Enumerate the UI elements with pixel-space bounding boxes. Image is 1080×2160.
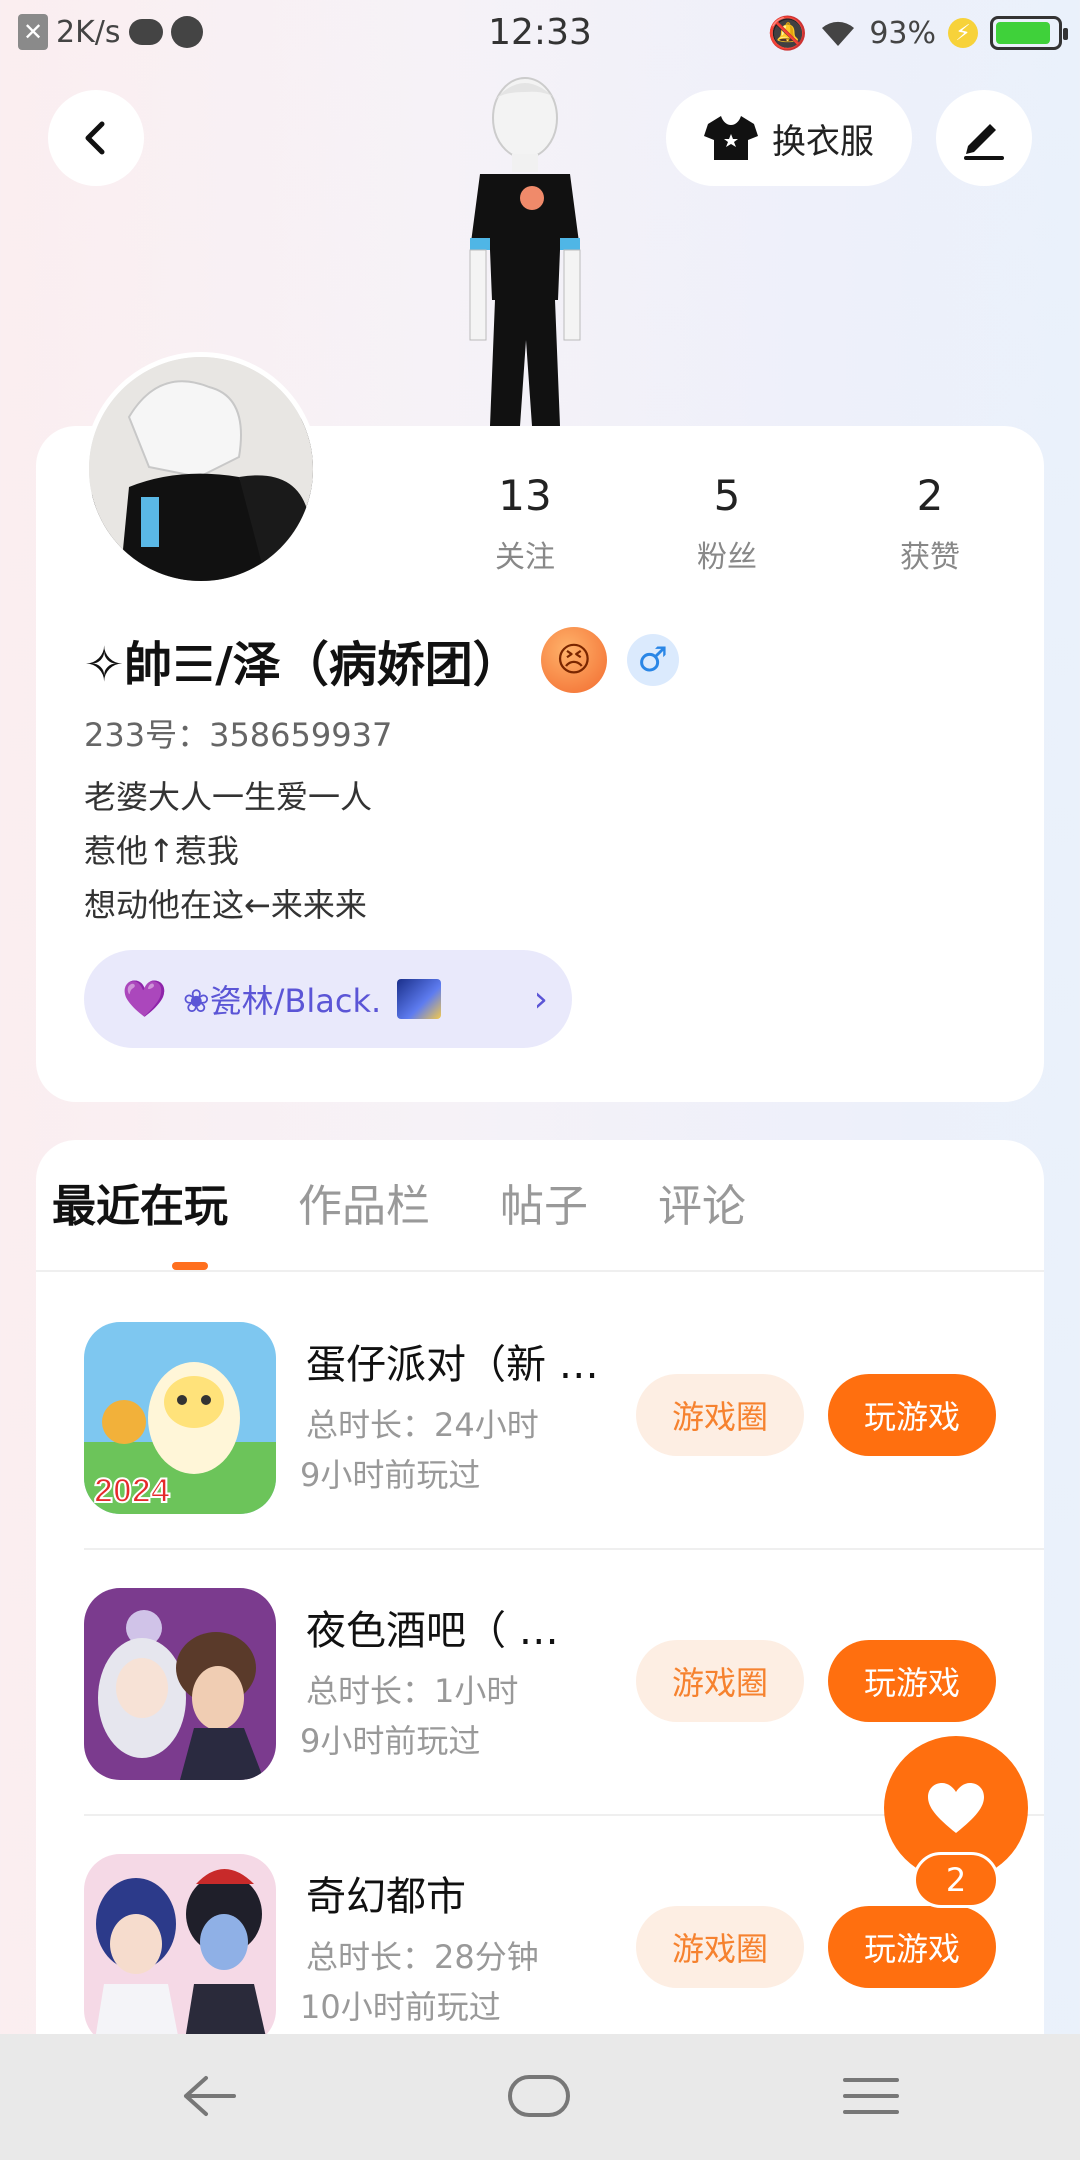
tab-recently-played[interactable]: 最近在玩 — [52, 1170, 228, 1234]
username-row: ✧帥☰/泽（病娇团） 😣 ♂ — [84, 625, 679, 695]
game-title[interactable]: 奇幻都市 — [306, 1864, 616, 1922]
game-circle-button[interactable]: 游戏圈 — [636, 1640, 804, 1722]
username: ✧帥☰/泽（病娇团） — [84, 637, 521, 693]
likes-count: 2 — [916, 471, 944, 520]
row-divider — [84, 1548, 1044, 1550]
game-duration: 总时长：1小时 — [306, 1672, 519, 1710]
following-stat[interactable]: 13 关注 — [450, 470, 600, 576]
battery-percent: 93% — [869, 15, 936, 51]
status-right: 🔕 93% ⚡ — [767, 14, 1068, 52]
bio-line: 老婆大人一生爱一人 — [84, 778, 373, 816]
game-last-played: 9小时前玩过 — [300, 1722, 481, 1760]
tab-comments[interactable]: 评论 — [658, 1170, 746, 1234]
play-game-button[interactable]: 玩游戏 — [828, 1640, 996, 1722]
nav-menu-icon — [843, 2078, 899, 2114]
game-circle-button[interactable]: 游戏圈 — [636, 1374, 804, 1456]
heart-icon — [928, 1783, 984, 1833]
game-icon-night-bar[interactable] — [84, 1588, 276, 1780]
tab-works[interactable]: 作品栏 — [298, 1170, 430, 1234]
tshirt-icon — [704, 116, 758, 160]
group-name: ❀瓷林/Black. — [182, 982, 382, 1020]
game-circle-button[interactable]: 游戏圈 — [636, 1906, 804, 1988]
active-tab-indicator — [172, 1262, 208, 1270]
fans-count: 5 — [713, 471, 741, 520]
game-row[interactable]: 2024 蛋仔派对（新 … 总时长：24小时 9小时前玩过 游戏圈 玩游戏 — [84, 1322, 1044, 1552]
charging-icon: ⚡ — [948, 18, 978, 48]
game-duration: 总时长：28分钟 — [306, 1938, 539, 1976]
back-arrow-icon — [85, 121, 105, 155]
avatar[interactable] — [84, 352, 318, 586]
following-label: 关注 — [495, 540, 555, 575]
sick-face-emoji-icon: 😣 — [540, 627, 607, 693]
group-chip[interactable]: 💜 ❀瓷林/Black. › — [84, 950, 572, 1048]
bio: 老婆大人一生爱一人 惹他↑惹我 想动他在这←来来来 — [84, 770, 372, 932]
tab-divider — [36, 1270, 1044, 1272]
change-outfit-button[interactable]: 换衣服 — [666, 90, 912, 186]
bio-line: 惹他↑惹我 — [84, 832, 239, 870]
nav-menu-button[interactable] — [826, 2064, 916, 2128]
nav-back-button[interactable] — [164, 2064, 254, 2128]
like-count-badge: 2 — [913, 1852, 999, 1908]
avatar-3d-figure[interactable] — [440, 70, 610, 426]
game-icon-eggy-party[interactable]: 2024 — [84, 1322, 276, 1514]
chevron-right-icon: › — [533, 978, 548, 1020]
tab-posts[interactable]: 帖子 — [500, 1170, 588, 1234]
status-bar: ✕ 2K/s 12:33 🔕 93% ⚡ — [0, 0, 1080, 70]
tab-bar: 最近在玩 作品栏 帖子 评论 — [52, 1170, 816, 1234]
nav-home-button[interactable] — [494, 2064, 584, 2128]
bio-line: 想动他在这←来来来 — [84, 886, 367, 924]
system-nav-bar — [0, 2034, 1080, 2160]
fans-stat[interactable]: 5 粉丝 — [652, 470, 802, 576]
purple-heart-icon: 💜 — [122, 979, 167, 1020]
pen-icon — [964, 124, 1004, 160]
game-title[interactable]: 夜色酒吧（ … — [306, 1598, 616, 1656]
profile-stats: 13 关注 5 粉丝 2 获赞 — [450, 470, 1050, 580]
back-button[interactable] — [48, 90, 144, 186]
bell-muted-icon: 🔕 — [767, 14, 808, 52]
game-last-played: 9小时前玩过 — [300, 1456, 481, 1494]
likes-stat[interactable]: 2 获赞 — [855, 470, 1005, 576]
night-sky-image-icon — [397, 979, 442, 1019]
game-last-played: 10小时前玩过 — [300, 1988, 501, 2026]
game-duration: 总时长：24小时 — [306, 1406, 539, 1444]
nav-home-icon — [508, 2075, 570, 2117]
user-id[interactable]: 233号：358659937 — [84, 710, 392, 756]
game-icon-year-text: 2024 — [94, 1472, 170, 1510]
wifi-icon — [819, 18, 857, 48]
game-title[interactable]: 蛋仔派对（新 … — [306, 1332, 616, 1390]
battery-icon — [990, 16, 1068, 50]
outfit-label: 换衣服 — [772, 121, 874, 162]
game-icon-fantasy-city[interactable] — [84, 1854, 276, 2046]
following-count: 13 — [498, 471, 552, 520]
fans-label: 粉丝 — [697, 540, 757, 575]
likes-label: 获赞 — [900, 540, 960, 575]
nav-back-icon — [184, 2076, 236, 2116]
male-gender-icon: ♂ — [626, 634, 679, 686]
play-game-button[interactable]: 玩游戏 — [828, 1906, 996, 1988]
edit-profile-button[interactable] — [936, 90, 1032, 186]
play-game-button[interactable]: 玩游戏 — [828, 1374, 996, 1456]
